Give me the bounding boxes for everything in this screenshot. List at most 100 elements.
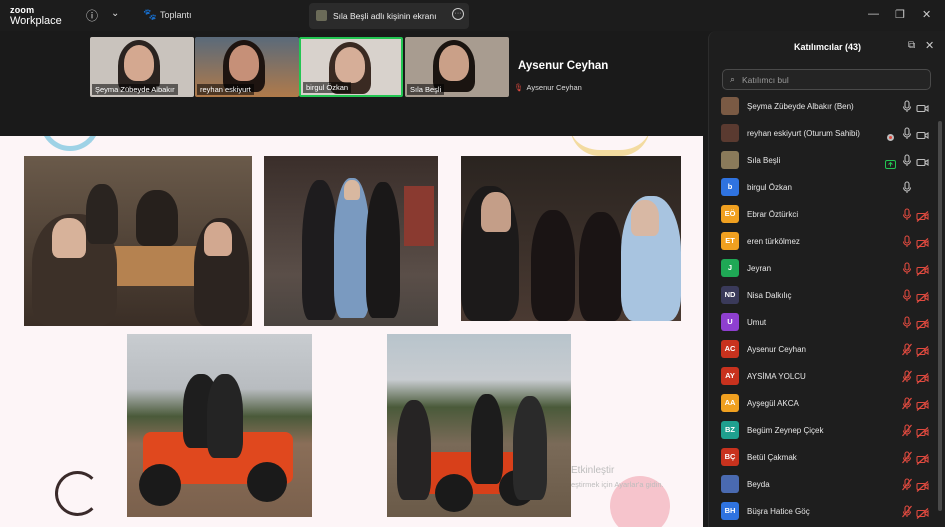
participant-row[interactable]: reyhan eskiyurt (Oturum Sahibi)	[709, 120, 945, 147]
decor-shape	[570, 136, 650, 156]
meetings-label[interactable]: Toplantı	[160, 10, 192, 20]
participant-name: eren türkölmez	[747, 237, 800, 246]
mic-off-icon[interactable]	[901, 208, 913, 221]
avatar: EÖ	[721, 205, 739, 223]
participant-row[interactable]: AY AYSİMA YOLCU	[709, 363, 945, 390]
camera-icon[interactable]	[916, 101, 929, 113]
camera-off-icon[interactable]	[916, 236, 929, 249]
video-tile[interactable]: reyhan eskiyurt	[195, 37, 299, 97]
video-tile-active[interactable]: birgul Özkan	[299, 37, 403, 97]
share-tab-label: Sıla Beşli adlı kişinin ekranı	[333, 11, 437, 21]
mic-icon[interactable]	[901, 100, 913, 113]
mic-off-icon[interactable]	[901, 289, 913, 302]
participant-row[interactable]: AC Aysenur Ceyhan	[709, 336, 945, 363]
participant-row[interactable]: AA Ayşegül AKCA	[709, 390, 945, 417]
active-speaker-tag-label: Aysenur Ceyhan	[526, 83, 582, 92]
participant-name: Sıla Beşli	[747, 156, 781, 165]
meetings-icon[interactable]: 🐾	[143, 8, 157, 21]
participant-row[interactable]: J Jeyran	[709, 255, 945, 282]
mic-off-icon: 🎙	[514, 83, 524, 92]
avatar: ET	[721, 232, 739, 250]
camera-icon[interactable]	[916, 155, 929, 167]
photo-group-night	[461, 156, 681, 321]
photo-street	[264, 156, 438, 326]
participant-name: Nisa Dalkılıç	[747, 291, 792, 300]
mic-icon[interactable]	[901, 181, 913, 194]
avatar: BH	[721, 502, 739, 520]
mic-off-icon[interactable]	[901, 397, 913, 410]
participants-panel: Katılımcılar (43) ⧉ ✕ ⌕ Şeyma Zübeyde Al…	[708, 31, 945, 527]
camera-off-icon[interactable]	[916, 263, 929, 276]
mic-off-icon[interactable]	[901, 316, 913, 329]
active-speaker-tag: 🎙 Aysenur Ceyhan	[514, 83, 582, 92]
camera-off-icon[interactable]	[916, 425, 929, 438]
avatar: AA	[721, 394, 739, 412]
video-tile[interactable]: Şeyma Zübeyde Albakır	[90, 37, 194, 97]
camera-off-icon[interactable]	[916, 317, 929, 330]
mic-icon[interactable]	[901, 154, 913, 167]
participant-name: Umut	[747, 318, 767, 327]
photo-atv-2	[387, 334, 571, 517]
mic-off-icon[interactable]	[901, 478, 913, 491]
mic-off-icon[interactable]	[901, 505, 913, 518]
decor-shape	[55, 471, 100, 516]
avatar: J	[721, 259, 739, 277]
avatar	[721, 151, 739, 169]
video-gallery: Şeyma Zübeyde Albakır reyhan eskiyurt bi…	[0, 31, 703, 136]
info-icon[interactable]: ⓘ	[86, 7, 98, 24]
mic-off-icon[interactable]	[901, 235, 913, 248]
decor-shape	[40, 136, 100, 151]
mic-off-icon[interactable]	[901, 370, 913, 383]
camera-icon[interactable]	[916, 128, 929, 140]
close-panel-icon[interactable]: ✕	[925, 39, 934, 52]
participant-name: Begüm Zeynep Çiçek	[747, 426, 824, 435]
participant-row[interactable]: Sıla Beşli	[709, 147, 945, 174]
avatar: U	[721, 313, 739, 331]
tile-name: reyhan eskiyurt	[197, 84, 254, 95]
close-icon[interactable]: ✕	[922, 8, 931, 21]
participant-row[interactable]: BÇ Betül Çakmak	[709, 444, 945, 471]
mic-off-icon[interactable]	[901, 262, 913, 275]
camera-off-icon[interactable]	[916, 398, 929, 411]
mic-off-icon[interactable]	[901, 451, 913, 464]
mic-off-icon[interactable]	[901, 343, 913, 356]
zoom-logo: zoom Workplace	[10, 5, 62, 27]
participant-row[interactable]: BH Büşra Hatice Göç	[709, 498, 945, 525]
mic-icon[interactable]	[901, 127, 913, 140]
camera-off-icon[interactable]	[916, 344, 929, 357]
participant-row[interactable]: ND Nisa Dalkılıç	[709, 282, 945, 309]
participant-name: Şeyma Zübeyde Albakır (Ben)	[747, 102, 854, 111]
camera-off-icon[interactable]	[916, 452, 929, 465]
scrollbar[interactable]	[938, 121, 942, 511]
avatar: BZ	[721, 421, 739, 439]
more-icon[interactable]: ···	[452, 8, 464, 20]
chevron-down-icon[interactable]: ⌄	[111, 8, 119, 19]
camera-off-icon[interactable]	[916, 506, 929, 519]
popout-icon[interactable]: ⧉	[908, 40, 915, 51]
search-input[interactable]	[742, 73, 922, 87]
participant-row[interactable]: BZ Begüm Zeynep Çiçek	[709, 417, 945, 444]
active-speaker-name[interactable]: Aysenur Ceyhan	[518, 60, 608, 72]
participant-row[interactable]: Şeyma Zübeyde Albakır (Ben)	[709, 93, 945, 120]
logo-line-2: Workplace	[10, 15, 62, 27]
participant-name: Ebrar Öztürkci	[747, 210, 799, 219]
share-thumbnail-icon	[316, 10, 327, 21]
video-tile[interactable]: Sıla Beşli	[405, 37, 509, 97]
avatar: AC	[721, 340, 739, 358]
camera-off-icon[interactable]	[916, 371, 929, 384]
minimize-icon[interactable]: —	[868, 8, 879, 20]
participant-row[interactable]: Beyda	[709, 471, 945, 498]
camera-off-icon[interactable]	[916, 479, 929, 492]
activate-windows-title: Etkinleştir	[571, 465, 615, 476]
recording-icon	[886, 129, 895, 141]
camera-off-icon[interactable]	[916, 209, 929, 222]
participant-search[interactable]: ⌕	[722, 69, 931, 90]
participant-row[interactable]: b birgul Özkan	[709, 174, 945, 201]
participant-row[interactable]: U Umut	[709, 309, 945, 336]
camera-off-icon[interactable]	[916, 290, 929, 303]
mic-off-icon[interactable]	[901, 424, 913, 437]
participant-row[interactable]: ET eren türkölmez	[709, 228, 945, 255]
restore-icon[interactable]: ❐	[895, 8, 905, 21]
screen-share-tab[interactable]: Sıla Beşli adlı kişinin ekranı ···	[309, 3, 469, 29]
participant-row[interactable]: EÖ Ebrar Öztürkci	[709, 201, 945, 228]
